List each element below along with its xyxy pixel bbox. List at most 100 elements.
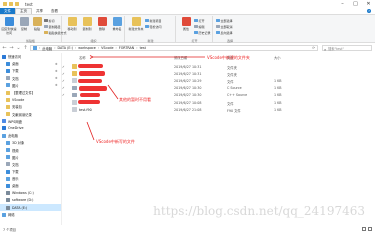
breadcrumb-data-drive[interactable]: DATA (E:)	[58, 46, 73, 50]
tab-view[interactable]: 查看	[47, 9, 62, 14]
nav-item[interactable]: 下载	[0, 168, 61, 175]
nav-item-icon	[6, 140, 10, 145]
select-all-icon	[216, 18, 220, 23]
file-size: 1 KB	[274, 78, 282, 83]
nav-item-label: 文献阅读记录	[12, 112, 32, 117]
move-to-button[interactable]: 移动到	[64, 17, 80, 37]
properties-button[interactable]: 属性	[178, 17, 194, 37]
forward-arrow-icon[interactable]: →	[9, 45, 14, 51]
paste-button[interactable]: 粘贴	[29, 17, 45, 37]
edit-button[interactable]: 编辑	[194, 24, 205, 29]
nav-item-label: OneDrive	[8, 126, 24, 131]
column-size[interactable]: 大小	[274, 55, 281, 60]
file-icon	[72, 92, 77, 98]
nav-item[interactable]: 3D 对象	[0, 139, 61, 146]
details-view-icon[interactable]	[362, 227, 366, 231]
address-breadcrumb[interactable]: › 此电脑 › DATA (E:) › workspace › VScode ›…	[30, 45, 318, 51]
nav-item[interactable]: OneDrive	[0, 125, 61, 132]
breadcrumb-fortran[interactable]: FORTRAN	[119, 46, 134, 50]
file-row[interactable]: ✓ 2019/6/27 10:31 文件夹	[62, 63, 375, 70]
select-all-button[interactable]: 全部选择	[216, 18, 233, 23]
rename-button[interactable]: 重命名	[109, 17, 125, 37]
file-modified: 2019/6/27 10:31	[174, 64, 202, 69]
copy-to-button[interactable]: 复制到	[79, 17, 95, 37]
sync-check-icon: ✓	[62, 86, 65, 91]
copy-path-button[interactable]: 复制路径	[44, 24, 61, 29]
nav-item[interactable]: 快速访问	[0, 53, 61, 60]
invert-selection-button[interactable]: 反向选择	[216, 30, 233, 35]
search-input[interactable]: ⌕ 搜索"test"	[322, 45, 372, 52]
nav-item-icon	[6, 76, 10, 81]
nav-item[interactable]: WPS网盘	[0, 118, 61, 125]
recent-dropdown-icon[interactable]: ⌄	[16, 45, 21, 51]
breadcrumb-test[interactable]: test	[140, 46, 146, 50]
easy-access-button[interactable]: 轻松访问	[145, 24, 162, 29]
pin-quick-access-button[interactable]: 固定到快速访问	[1, 17, 17, 37]
help-icon[interactable]: ?	[367, 9, 371, 13]
quick-access-toolbar[interactable]	[3, 2, 19, 6]
nav-item[interactable]: software (D:)	[0, 197, 61, 204]
breadcrumb-vscode[interactable]: VScode	[101, 46, 113, 50]
nav-item[interactable]: 音乐	[0, 175, 61, 182]
nav-item[interactable]: Windows (C:)	[0, 190, 61, 197]
column-modified[interactable]: 修改日期	[174, 55, 187, 60]
breadcrumb-workspace[interactable]: workspace	[78, 46, 96, 50]
nav-item[interactable]: VScode	[0, 96, 61, 103]
nav-item-icon	[2, 212, 6, 217]
delete-button[interactable]: 删除	[94, 17, 110, 37]
file-row[interactable]: test.f90 2019/6/27 21:08 F90 文件 1 KB	[62, 106, 375, 113]
nav-item[interactable]: 图片 ✱	[0, 82, 61, 89]
nav-item[interactable]: 下载 ✱	[0, 67, 61, 74]
nav-item[interactable]: 文档 ✱	[0, 75, 61, 82]
nav-item[interactable]: 安装包	[0, 103, 61, 110]
address-bar-row: ← → ⌄ ↑ › 此电脑 › DATA (E:) › workspace › …	[0, 43, 375, 53]
nav-item-icon	[2, 126, 6, 131]
open-button[interactable]: 打开	[194, 18, 205, 23]
nav-item-label: 网络	[8, 213, 15, 218]
nav-item[interactable]: 此电脑	[0, 132, 61, 139]
large-icons-view-icon[interactable]	[368, 227, 372, 231]
minimize-button[interactable]: –	[336, 0, 349, 8]
cut-button[interactable]: 剪切	[44, 18, 55, 23]
pin-icon: ✱	[55, 76, 58, 81]
file-row[interactable]: 2019/6/27 10:08 文件 1 KB	[62, 99, 375, 106]
up-arrow-icon[interactable]: ↑	[23, 45, 28, 51]
file-row[interactable]: ✓ 2019/6/27 10:30 C++ Source 1 KB	[62, 92, 375, 99]
file-type: C Source	[227, 86, 242, 91]
nav-item[interactable]: 图片	[0, 154, 61, 161]
nav-item[interactable]: 视频	[0, 146, 61, 153]
new-folder-button[interactable]: 新建文件夹	[128, 17, 144, 37]
file-row[interactable]: ✓ 2019/6/27 10:31 文件夹	[62, 70, 375, 77]
refresh-icon[interactable]: ⟳	[312, 46, 315, 50]
nav-item[interactable]: 桌面	[0, 182, 61, 189]
nav-item[interactable]: 文档	[0, 161, 61, 168]
back-arrow-icon[interactable]: ←	[2, 45, 7, 51]
tab-share[interactable]: 共享	[32, 9, 47, 14]
organize-group: 移动到 复制到 删除 重命名 组织	[63, 16, 125, 43]
close-button[interactable]: ✕	[362, 0, 375, 8]
nav-item[interactable]: DATA (E:)	[0, 203, 61, 212]
nav-item[interactable]: 文献阅读记录	[0, 111, 61, 118]
history-button[interactable]: 历史记录	[194, 30, 211, 35]
new-item-button[interactable]: 新建项目	[145, 18, 162, 23]
file-row[interactable]: ✓ 2019/6/27 10:29 文件 1 KB	[62, 77, 375, 84]
nav-list: 快速访问 桌面 ✱ 下载 ✱ 文档 ✱ 图片 ✱ 【整理过文件】 VScode 安装包 文献阅读记录 WP…	[0, 53, 61, 218]
new-folder-icon[interactable]	[15, 2, 19, 6]
properties-icon[interactable]	[9, 2, 13, 6]
nav-item-icon	[6, 112, 10, 117]
sync-check-icon: ✓	[62, 78, 65, 83]
column-name[interactable]: 名称	[79, 55, 86, 60]
nav-item[interactable]: 桌面 ✱	[0, 60, 61, 67]
redaction-scribble	[78, 100, 100, 104]
nav-item-label: Windows (C:)	[12, 191, 34, 196]
select-none-button[interactable]: 全部取消	[216, 24, 233, 29]
view-toggles	[362, 227, 372, 231]
file-row[interactable]: ✓ 2019/6/27 10:30 C Source 1 KB	[62, 85, 375, 92]
nav-item[interactable]: 【整理过文件】	[0, 89, 61, 96]
nav-item[interactable]: 网络	[0, 211, 61, 218]
nav-item-icon	[6, 183, 10, 188]
breadcrumb-this-pc[interactable]: 此电脑	[42, 46, 52, 51]
file-size: 1 KB	[274, 86, 282, 91]
select-group: 全部选择 全部取消 反向选择 选择	[214, 16, 246, 43]
maximize-button[interactable]: □	[349, 0, 362, 8]
